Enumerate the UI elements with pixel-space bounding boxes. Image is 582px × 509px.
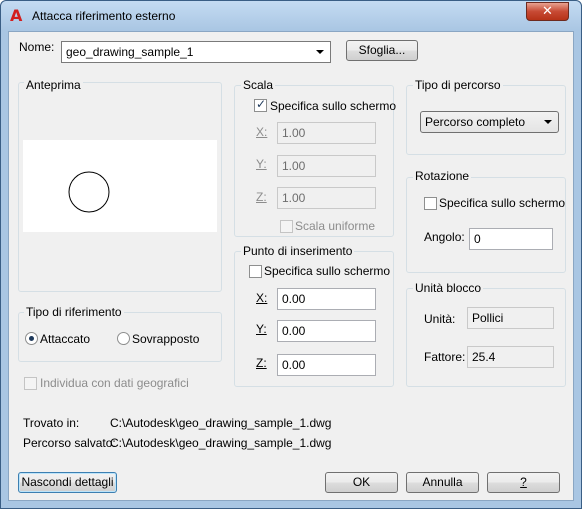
autocad-a-icon: A (10, 6, 23, 25)
geo-locate-checkbox[interactable] (24, 377, 37, 390)
geo-locate-label: Individua con dati geografici (40, 376, 189, 390)
browse-button[interactable]: Sfoglia... (346, 40, 418, 61)
factor-label: Fattore: (424, 350, 466, 364)
name-dropdown[interactable]: geo_drawing_sample_1 (61, 41, 331, 63)
block-unit-title: Unità blocco (413, 281, 484, 295)
scale-x-input[interactable]: 1.00 (277, 122, 376, 144)
name-label: Nome: (19, 40, 55, 54)
saved-path-value: C:\Autodesk\geo_drawing_sample_1.dwg (110, 436, 332, 450)
insertion-z-input[interactable]: 0.00 (277, 354, 376, 376)
cancel-button[interactable]: Annulla (406, 472, 479, 493)
uniform-scale-checkbox[interactable] (280, 220, 293, 233)
checkmark-icon: ✓ (256, 97, 267, 111)
rotation-title: Rotazione (413, 169, 472, 183)
reference-type-title: Tipo di riferimento (24, 305, 124, 319)
scale-specify-checkbox[interactable]: ✓ (254, 97, 267, 112)
overlay-radio[interactable] (117, 332, 130, 345)
scale-specify-label[interactable]: Specifica sullo schermo (270, 99, 396, 113)
title-bar[interactable]: A Attacca riferimento esterno ✕ (1, 1, 581, 31)
rotation-group (406, 177, 566, 273)
close-icon: ✕ (542, 4, 553, 19)
hide-details-button[interactable]: Nascondi dettagli (18, 472, 117, 493)
unit-value: Pollici (467, 307, 554, 329)
found-in-value: C:\Autodesk\geo_drawing_sample_1.dwg (110, 416, 332, 430)
insertion-specify-label[interactable]: Specifica sullo schermo (264, 264, 390, 278)
angle-label: Angolo: (424, 230, 465, 244)
angle-input[interactable]: 0 (469, 228, 553, 250)
scale-x-label: X: (256, 125, 268, 139)
scale-y-input[interactable]: 1.00 (277, 155, 376, 177)
help-button[interactable]: ? (487, 472, 560, 493)
scale-title: Scala (241, 78, 276, 92)
insertion-z-label: Z: (256, 356, 267, 370)
rotation-specify-checkbox[interactable] (424, 197, 437, 210)
close-button[interactable]: ✕ (526, 2, 569, 21)
scale-z-label: Z: (256, 190, 267, 204)
saved-path-label: Percorso salvato: (23, 436, 116, 450)
insertion-x-input[interactable]: 0.00 (277, 288, 376, 310)
attach-label[interactable]: Attaccato (40, 332, 90, 346)
name-dropdown-value: geo_drawing_sample_1 (66, 45, 194, 59)
dialog-window: A Attacca riferimento esterno ✕ Nome: ge… (0, 0, 582, 509)
preview-title: Anteprima (24, 78, 83, 92)
insertion-y-label: Y: (256, 322, 267, 336)
block-unit-group (406, 288, 566, 387)
dialog-client-area: Nome: geo_drawing_sample_1 Sfoglia... An… (8, 31, 574, 501)
chevron-down-icon (316, 50, 324, 54)
preview-circle-drawing (68, 171, 110, 213)
insertion-x-label: X: (256, 291, 268, 305)
rotation-specify-label[interactable]: Specifica sullo schermo (439, 196, 565, 210)
path-type-title: Tipo di percorso (413, 78, 503, 92)
insertion-specify-checkbox[interactable] (249, 265, 262, 278)
unit-label: Unità: (424, 312, 456, 326)
insertion-point-title: Punto di inserimento (241, 244, 355, 258)
scale-y-label: Y: (256, 157, 267, 171)
attach-radio[interactable] (25, 332, 38, 345)
window-title: Attacca riferimento esterno (32, 9, 176, 23)
preview-canvas (23, 140, 217, 232)
chevron-down-icon (544, 120, 552, 124)
factor-value: 25.4 (467, 346, 554, 368)
scale-z-input[interactable]: 1.00 (277, 187, 376, 209)
ok-button[interactable]: OK (325, 472, 398, 493)
path-type-dropdown[interactable]: Percorso completo (420, 111, 559, 133)
overlay-label[interactable]: Sovrapposto (132, 332, 199, 346)
uniform-scale-label: Scala uniforme (295, 219, 376, 233)
insertion-y-input[interactable]: 0.00 (277, 320, 376, 342)
radio-dot (29, 336, 34, 341)
path-type-value: Percorso completo (425, 115, 526, 129)
found-in-label: Trovato in: (23, 416, 80, 430)
preview-circle (68, 171, 110, 213)
